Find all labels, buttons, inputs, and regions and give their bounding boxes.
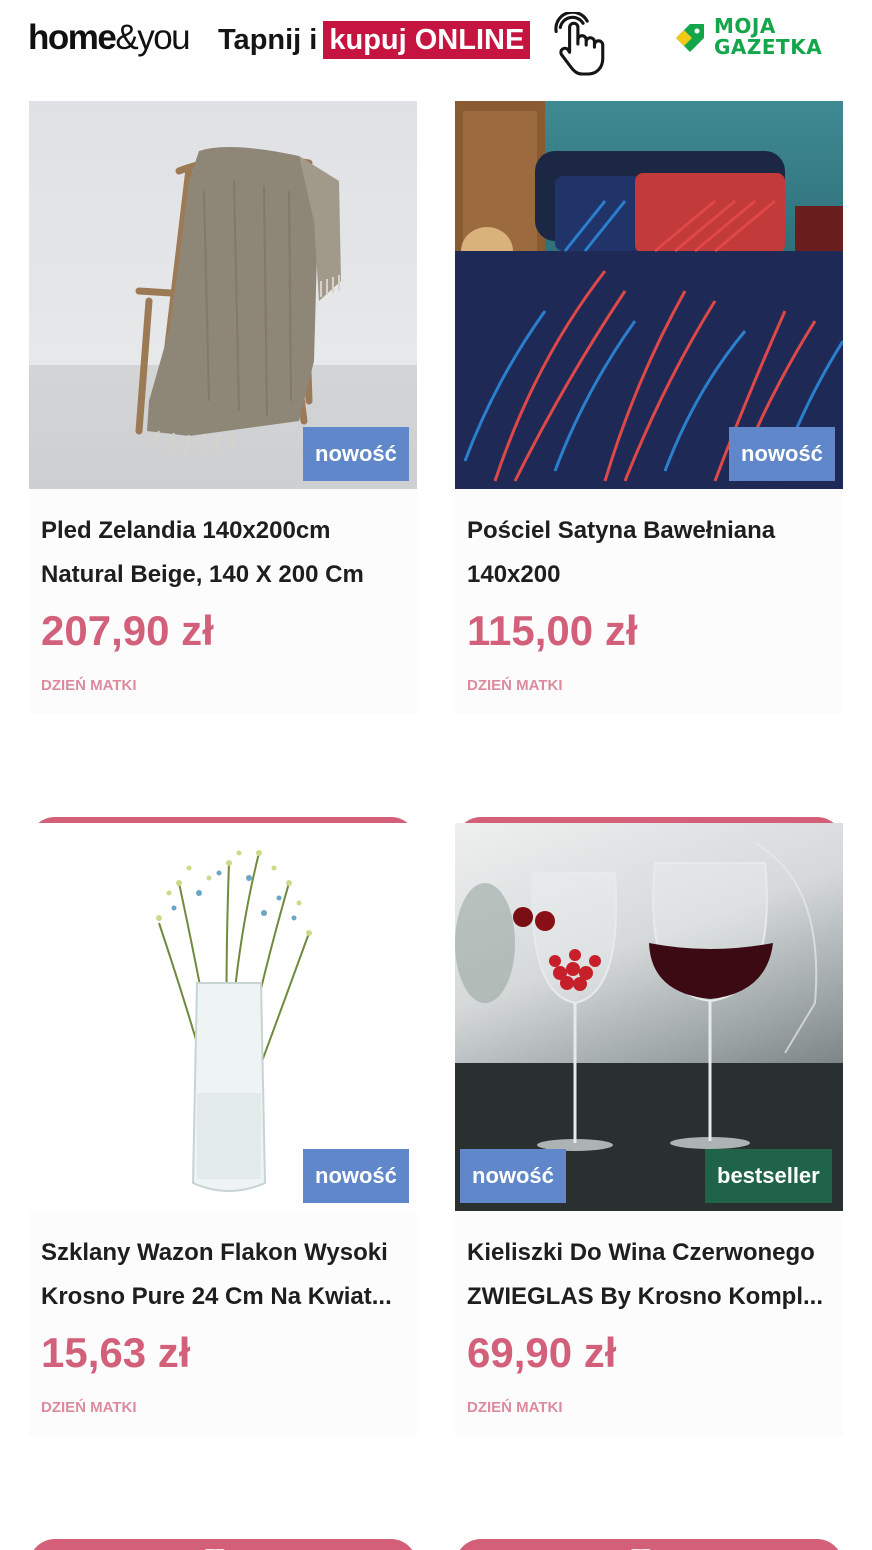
badge-bestseller: bestseller [705, 1149, 832, 1203]
home-and-you-logo[interactable]: home&you [28, 18, 191, 58]
buy-online-button[interactable] [455, 1539, 843, 1550]
tagline-prefix: Tapnij i [218, 23, 318, 56]
product-price: 69,90 zł [467, 1329, 617, 1376]
partner-logo-line1: MOJA [714, 14, 776, 38]
badge-new: nowość [303, 1149, 409, 1203]
logo-text-light: &you [115, 18, 190, 57]
tag-icon [676, 24, 704, 52]
buy-online-button[interactable] [29, 1539, 417, 1550]
product-price: 115,00 zł [467, 607, 638, 654]
product-title[interactable]: Kieliszki Do Wina Czerwonego ZWIEGLAS By… [467, 1231, 837, 1319]
product-card[interactable]: nowość Szklany Wazon Flakon Wysoki Krosn… [29, 823, 417, 1550]
product-price: 207,90 zł [41, 607, 214, 654]
product-card[interactable]: nowość bestseller Kieliszki Do Wina Czer… [455, 823, 843, 1550]
header: home&you Tapnij i kupuj ONLINE MOJA GAZE… [0, 0, 872, 90]
product-price: 15,63 zł [41, 1329, 191, 1376]
partner-logo-text: MOJA GAZETKA [714, 16, 822, 58]
moja-gazetka-logo[interactable]: MOJA GAZETKA [672, 16, 852, 64]
product-tag: DZIEŃ MATKI [467, 677, 563, 694]
product-title[interactable]: Pled Zelandia 140x200cm Natural Beige, 1… [41, 509, 411, 597]
partner-logo-line2: GAZETKA [714, 35, 823, 59]
product-title[interactable]: Pościel Satyna Bawełniana 140x200 [467, 509, 837, 597]
tagline-highlight: kupuj ONLINE [323, 21, 531, 59]
product-info: Pościel Satyna Bawełniana 140x200 115,00… [455, 489, 843, 899]
product-card[interactable]: nowość Pościel Satyna Bawełniana 140x200… [455, 101, 843, 899]
product-info: Pled Zelandia 140x200cm Natural Beige, 1… [29, 489, 417, 899]
product-info: Kieliszki Do Wina Czerwonego ZWIEGLAS By… [455, 1211, 843, 1550]
product-card[interactable]: nowość Pled Zelandia 140x200cm Natural B… [29, 101, 417, 899]
product-title[interactable]: Szklany Wazon Flakon Wysoki Krosno Pure … [41, 1231, 411, 1319]
badge-new: nowość [303, 427, 409, 481]
tap-hand-icon [554, 12, 605, 76]
product-tag: DZIEŃ MATKI [41, 677, 137, 694]
product-tag: DZIEŃ MATKI [41, 1399, 137, 1416]
tagline[interactable]: Tapnij i kupuj ONLINE [218, 20, 531, 60]
logo-text-bold: home [28, 18, 117, 57]
product-info: Szklany Wazon Flakon Wysoki Krosno Pure … [29, 1211, 417, 1550]
product-tag: DZIEŃ MATKI [467, 1399, 563, 1416]
badge-new: nowość [729, 427, 835, 481]
badge-new: nowość [460, 1149, 566, 1203]
